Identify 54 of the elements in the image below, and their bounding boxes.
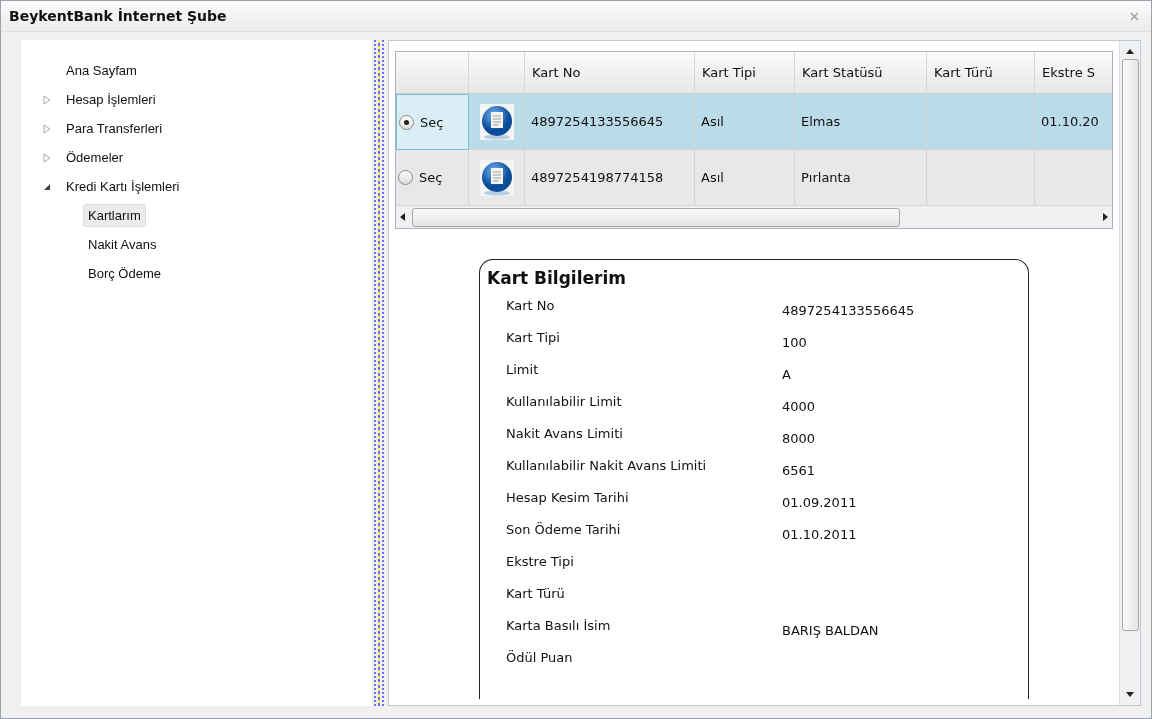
scroll-left-icon[interactable]: [400, 213, 406, 221]
card-info-title: Kart Bilgilerim: [486, 268, 627, 288]
scroll-down-icon[interactable]: [1126, 691, 1134, 697]
field-label: Karta Basılı İsim: [506, 618, 612, 635]
field-label: Limit: [506, 362, 540, 379]
field-value: 01.10.2011: [782, 526, 857, 544]
tree-item[interactable]: Hesap İşlemleri: [61, 88, 161, 111]
close-icon[interactable]: [1130, 11, 1139, 21]
tree-item[interactable]: Ana Sayfam: [61, 59, 142, 82]
column-header[interactable]: Kart Statüsü: [795, 52, 927, 94]
radio-label: Seç: [420, 114, 444, 130]
table-row[interactable]: Seç 4897254133556645 Asıl Elmas 01.10.20: [396, 94, 1112, 150]
field-value: 01.09.2011: [782, 494, 857, 512]
field-label: Kullanılabilir Nakit Avans Limiti: [506, 458, 708, 475]
column-header[interactable]: Kart Türü: [927, 52, 1035, 94]
field-value: 4897254133556645: [782, 302, 915, 320]
table-row[interactable]: Seç 4897254198774158 Asıl Pırlanta: [396, 150, 1112, 206]
tree-item[interactable]: Kartlarım: [83, 204, 146, 227]
radio-button[interactable]: [399, 114, 414, 130]
radio-button[interactable]: [398, 170, 413, 185]
collapse-icon[interactable]: [43, 182, 51, 191]
field-value: 8000: [782, 430, 816, 448]
column-header[interactable]: Ekstre S: [1035, 52, 1112, 94]
field-value: 100: [782, 334, 807, 352]
scroll-up-icon[interactable]: [1126, 49, 1134, 55]
scroll-right-icon[interactable]: [1102, 213, 1108, 221]
field-label: Kullanılabilir Limit: [506, 394, 623, 411]
column-header[interactable]: Kart Tipi: [695, 52, 795, 94]
field-label: Ödül Puan: [506, 650, 574, 667]
field-value: 6561: [782, 462, 816, 480]
window-title: BeykentBank İnternet Şube: [9, 8, 227, 24]
field-value: 4000: [782, 398, 816, 416]
field-value: BARIŞ BALDAN: [782, 622, 879, 640]
tree-item[interactable]: Nakit Avans: [83, 233, 162, 256]
field-label: Kart No: [506, 298, 556, 315]
field-label: Kart Türü: [506, 586, 566, 603]
document-icon[interactable]: [479, 159, 514, 196]
column-header[interactable]: Kart No: [525, 52, 695, 94]
tree-item[interactable]: Kredi Kartı İşlemleri: [61, 175, 185, 198]
tree-item[interactable]: Ödemeler: [61, 146, 129, 169]
field-label: Ekstre Tipi: [506, 554, 575, 571]
tree-item[interactable]: Para Transferleri: [61, 117, 168, 140]
field-label: Kart Tipi: [506, 330, 561, 347]
field-label: Son Ödeme Tarihi: [506, 522, 622, 539]
field-value: A: [782, 366, 791, 384]
header-cell: [469, 52, 525, 94]
field-label: Hesap Kesim Tarihi: [506, 490, 630, 507]
radio-label: Seç: [419, 170, 443, 185]
tree-item[interactable]: Borç Ödeme: [83, 262, 166, 285]
splitter[interactable]: [374, 40, 384, 706]
vertical-scrollbar[interactable]: [1119, 41, 1140, 705]
horizontal-scrollbar[interactable]: [396, 206, 1112, 228]
field-label: Nakit Avans Limiti: [506, 426, 624, 443]
document-icon[interactable]: [479, 103, 514, 140]
